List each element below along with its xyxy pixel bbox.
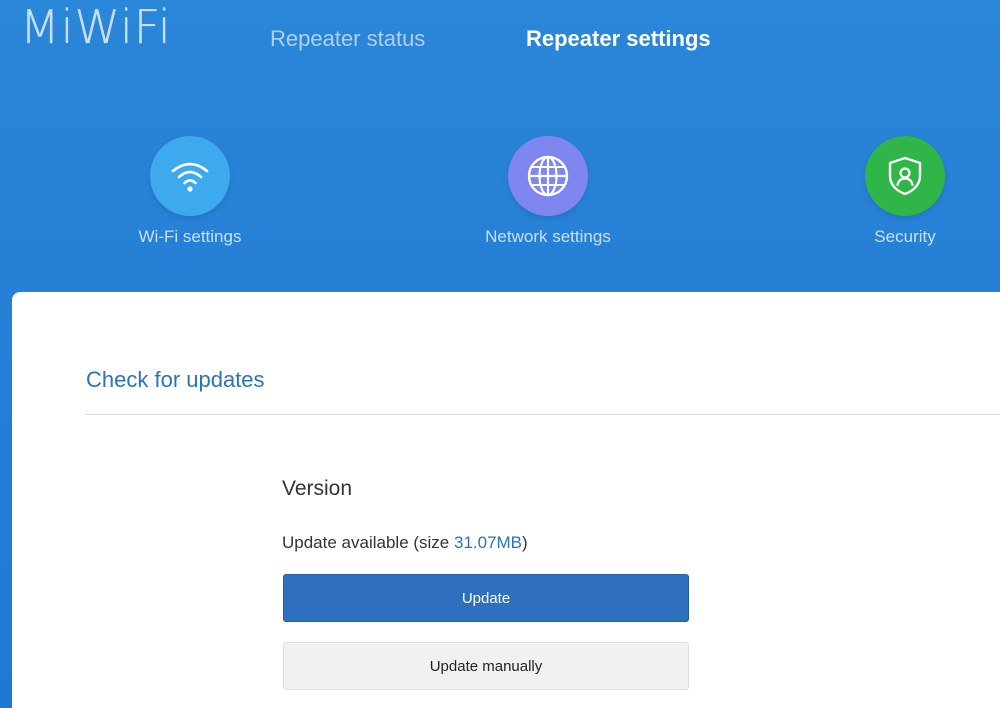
shield-user-icon[interactable] xyxy=(865,136,945,216)
update-text-prefix: Update available (size xyxy=(282,533,454,552)
section-title: Check for updates xyxy=(86,367,265,392)
wifi-settings-item[interactable]: Wi-Fi settings xyxy=(90,136,290,248)
update-button[interactable]: Update xyxy=(283,574,689,622)
security-label: Security xyxy=(874,227,936,246)
globe-icon[interactable] xyxy=(508,136,588,216)
miwifi-logo: MiWiFi xyxy=(20,0,172,54)
version-title: Version xyxy=(282,477,353,500)
update-text-suffix: ) xyxy=(522,533,528,552)
tab-repeater-status[interactable]: Repeater status xyxy=(270,24,425,54)
divider xyxy=(86,414,1000,415)
update-size: 31.07MB xyxy=(453,533,523,552)
page: MiWiFi Repeater status Repeater settings… xyxy=(0,0,1000,708)
update-manually-button[interactable]: Update manually xyxy=(283,642,689,690)
tab-repeater-settings[interactable]: Repeater settings xyxy=(526,24,711,54)
network-settings-item[interactable]: Network settings xyxy=(448,136,648,248)
update-available-text: Update available (size 31.07MB) xyxy=(282,532,528,554)
wifi-icon[interactable] xyxy=(150,136,230,216)
security-item[interactable]: Security xyxy=(805,136,1000,248)
content-panel: Check for updates Version Update availab… xyxy=(12,292,1000,708)
wifi-settings-label: Wi-Fi settings xyxy=(138,227,242,246)
network-settings-label: Network settings xyxy=(485,227,611,246)
